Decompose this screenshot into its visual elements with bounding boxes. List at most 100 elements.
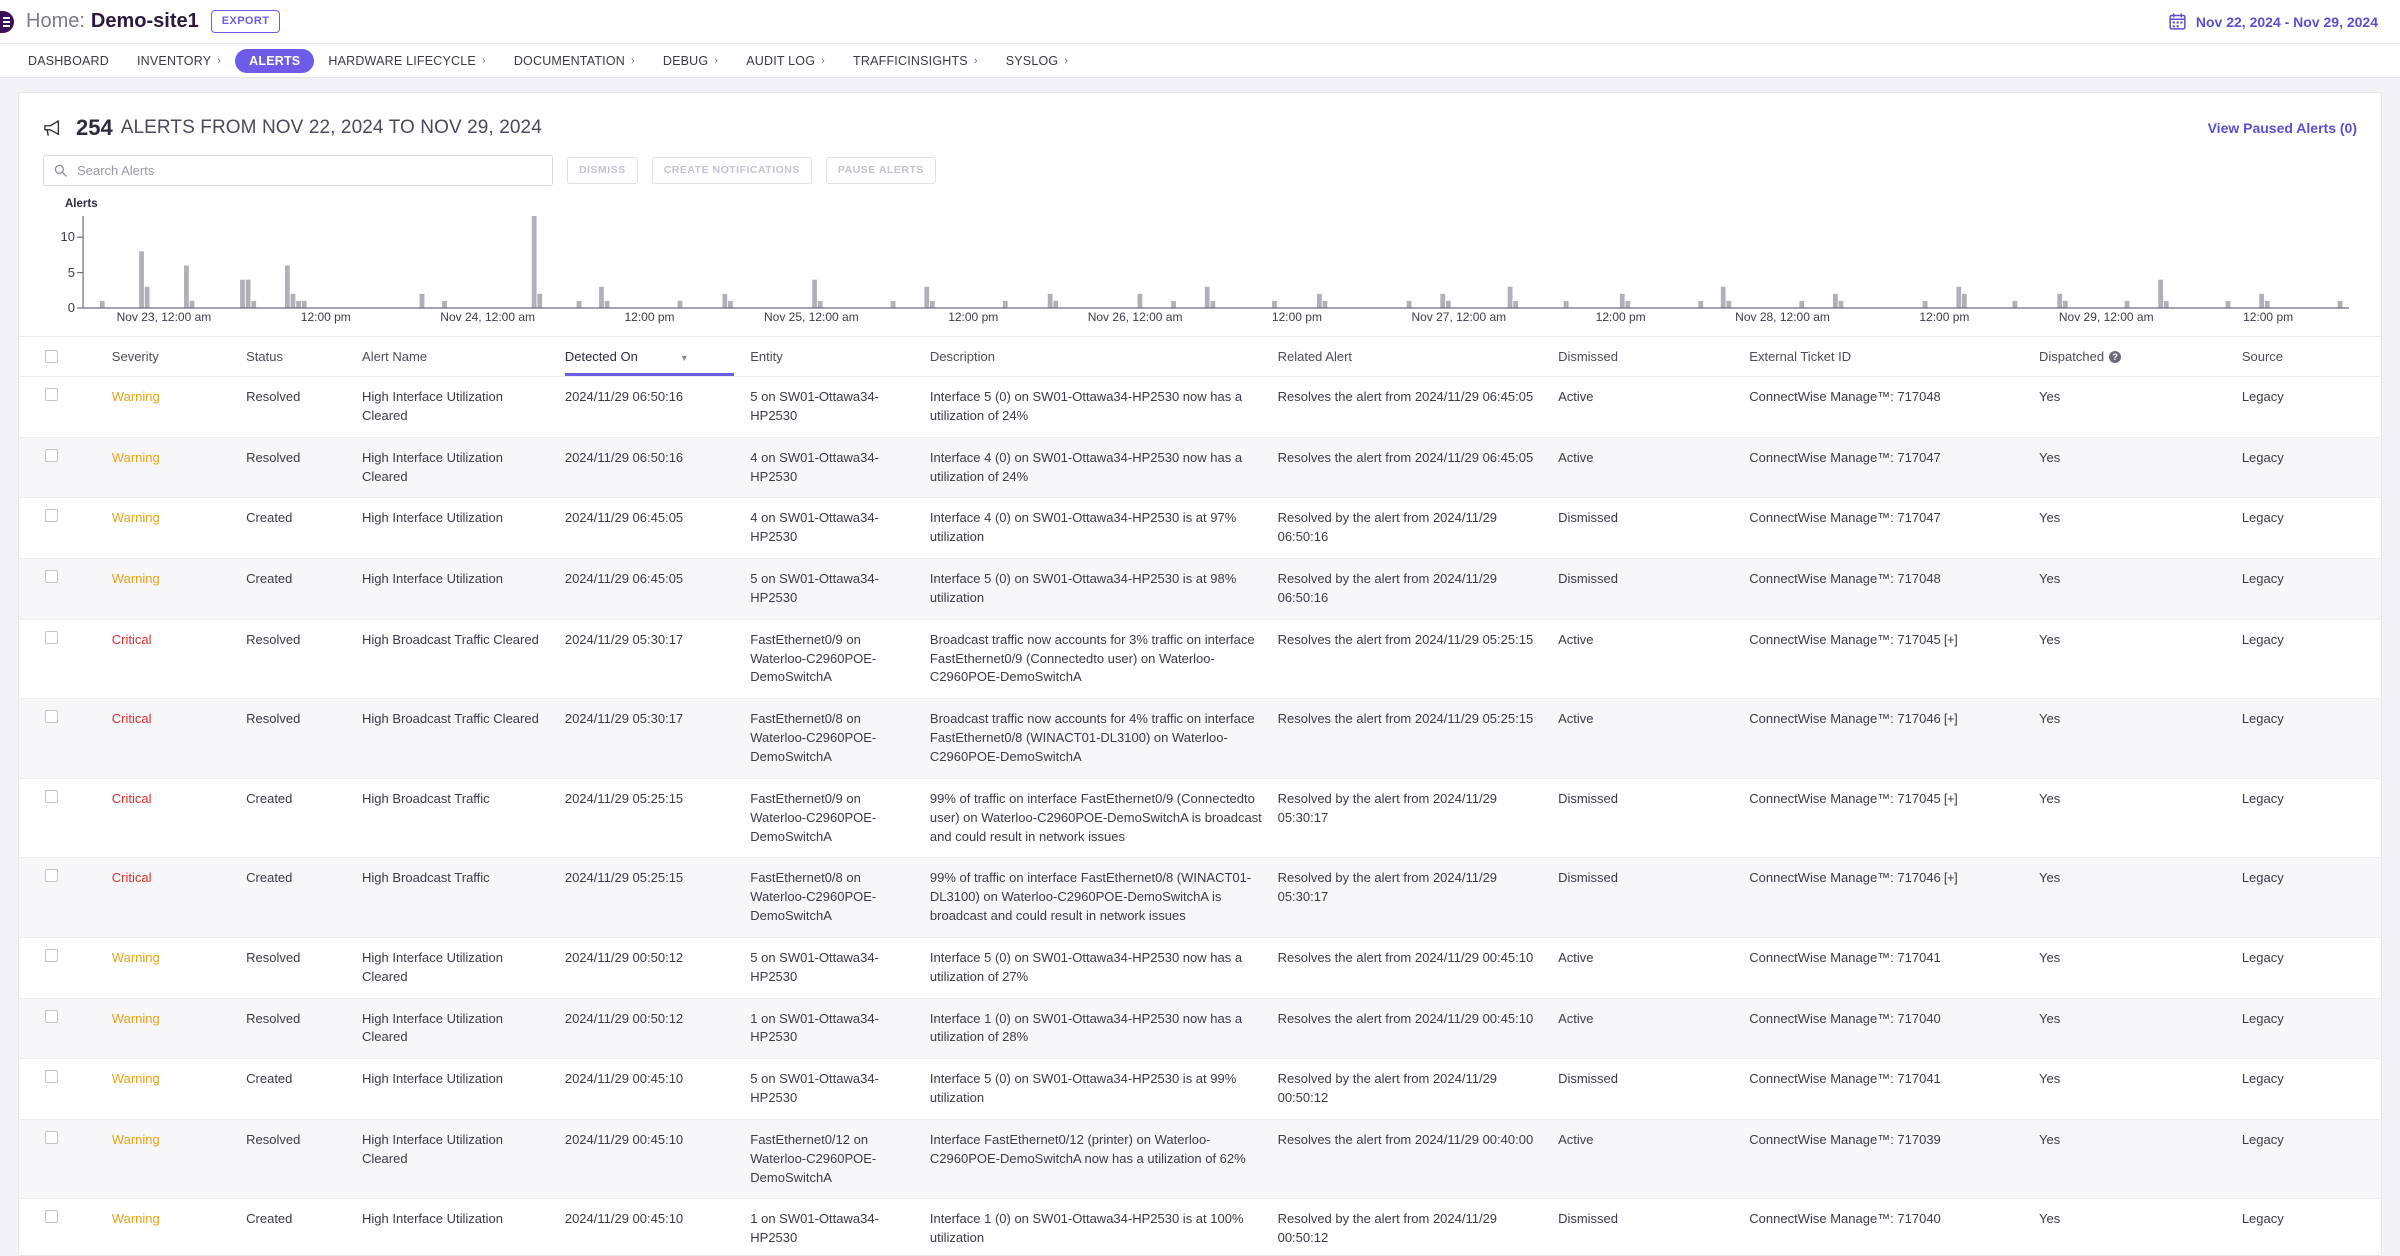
cell-entity: FastEthernet0/8 on Waterloo-C2960POE-Dem… (750, 857, 930, 938)
row-checkbox[interactable] (45, 570, 58, 584)
table-row[interactable]: Warning Resolved High Interface Utilizatio… (19, 1118, 2381, 1199)
cell-entity: FastEthernet0/8 on Waterloo-C2960POE-Dem… (750, 698, 930, 779)
expand-ticket-icon[interactable]: [+] (1941, 791, 1958, 806)
table-row[interactable]: Warning Created High Interface Utilization… (19, 1058, 2381, 1120)
row-checkbox[interactable] (45, 448, 58, 462)
alerts-timeline-chart: Alerts 0 5 10 Nov 23, 12:00 am 12:00 pm Nov … (19, 198, 2381, 330)
column-header-severity[interactable]: Severity (97, 337, 247, 377)
cell-related-alert: Resolved by the alert from 2024/11/29 05… (1277, 777, 1559, 858)
export-button[interactable]: EXPORT (210, 10, 281, 33)
row-checkbox[interactable] (45, 1210, 58, 1224)
row-checkbox[interactable] (45, 1130, 58, 1144)
dismiss-button[interactable]: DISMISS (567, 157, 638, 184)
column-header-description[interactable]: Description (929, 337, 1278, 377)
table-row[interactable]: Warning Resolved High Interface Utilizatio… (19, 997, 2381, 1059)
cell-detected-on: 2024/11/29 06:45:05 (564, 558, 751, 620)
nav-item-debug[interactable]: DEBUG › (649, 54, 732, 68)
nav-item-dashboard[interactable]: DASHBOARD (14, 54, 123, 68)
chevron-right-icon: › (481, 54, 486, 67)
column-header-label: Source (2241, 349, 2284, 364)
table-row[interactable]: Warning Resolved High Interface Utilizatio… (19, 936, 2381, 999)
alerts-table: Severity Status Alert Name Detected On ▼ Enti… (19, 337, 2381, 1255)
search-field-wrapper[interactable] (43, 155, 553, 186)
chart-y-tick-label: 0 (67, 300, 75, 315)
column-header-related-alert[interactable]: Related Alert (1277, 337, 1559, 377)
row-checkbox[interactable] (45, 869, 58, 883)
cell-entity: 4 on SW01-Ottawa34-HP2530 (750, 497, 930, 559)
cell-entity: 4 on SW01-Ottawa34-HP2530 (750, 436, 930, 498)
row-checkbox[interactable] (45, 630, 58, 644)
nav-item-alerts[interactable]: ALERTS (235, 48, 315, 73)
column-header-dispatched[interactable]: Dispatched? (2039, 337, 2242, 377)
cell-source: Legacy (2241, 1118, 2381, 1199)
row-checkbox[interactable] (45, 509, 58, 523)
create-notifications-button[interactable]: CREATE NOTIFICATIONS (651, 157, 812, 184)
alerts-table-body: Warning Resolved High Interface Utilizatio… (19, 376, 2381, 1255)
table-row[interactable]: Warning Resolved High Interface Utilizatio… (19, 376, 2381, 438)
alerts-card: 254 ALERTS FROM NOV 22, 2024 TO NOV 29, … (18, 92, 2382, 1256)
table-row[interactable]: Warning Created High Interface Utilization… (19, 1198, 2381, 1255)
table-row[interactable]: Warning Created High Interface Utilization… (19, 497, 2381, 559)
help-icon[interactable]: ? (2109, 351, 2122, 363)
table-row[interactable]: Critical Resolved High Broadcast Traffic C… (19, 618, 2381, 699)
column-header-label: Dispatched (2039, 349, 2105, 364)
select-all-checkbox[interactable] (45, 350, 58, 363)
cell-dispatched: Yes (2039, 1118, 2242, 1199)
expand-ticket-icon[interactable]: [+] (1941, 870, 1958, 885)
external-ticket-label: ConnectWise Manage™: 717040 (1749, 1211, 1941, 1227)
cell-alert-name: High Interface Utilization Cleared (362, 376, 565, 438)
table-row[interactable]: Warning Resolved High Interface Utilizatio… (19, 436, 2381, 498)
cell-description: 99% of traffic on interface FastEthernet… (929, 777, 1278, 858)
alerts-header: 254 ALERTS FROM NOV 22, 2024 TO NOV 29, … (19, 93, 2381, 155)
cell-external-ticket-id: ConnectWise Manage™: 717048 (1749, 558, 2040, 620)
search-input[interactable] (75, 162, 542, 179)
chart-x-tick-label: Nov 23, 12:00 am (116, 310, 212, 324)
row-checkbox[interactable] (45, 710, 58, 724)
table-row[interactable]: Critical Resolved High Broadcast Traffic C… (19, 698, 2381, 779)
cell-related-alert: Resolves the alert from 2024/11/29 06:45… (1277, 376, 1559, 438)
row-checkbox[interactable] (45, 1009, 58, 1023)
table-row[interactable]: Critical Created High Broadcast Traffic 202… (19, 857, 2381, 938)
column-header-entity[interactable]: Entity (750, 337, 930, 377)
table-row[interactable]: Warning Created High Interface Utilization… (19, 558, 2381, 620)
column-header-external-ticket-id[interactable]: External Ticket ID (1749, 337, 2040, 377)
cell-severity: Critical (97, 857, 247, 938)
expand-ticket-icon[interactable]: [+] (1941, 632, 1958, 647)
column-header-dismissed[interactable]: Dismissed (1558, 337, 1750, 377)
nav-item-trafficinsights[interactable]: TRAFFICINSIGHTS › (839, 54, 992, 68)
nav-item-audit-log[interactable]: AUDIT LOG › (732, 54, 839, 68)
nav-item-syslog[interactable]: SYSLOG › (992, 54, 1083, 68)
pause-alerts-button[interactable]: PAUSE ALERTS (825, 157, 936, 184)
row-checkbox[interactable] (45, 388, 58, 401)
chevron-right-icon: › (973, 54, 978, 67)
cell-dispatched: Yes (2039, 376, 2242, 438)
chevron-down-icon[interactable]: ▼ (680, 353, 689, 363)
row-checkbox[interactable] (45, 948, 58, 962)
cell-external-ticket-id: ConnectWise Manage™: 717046 [+] (1749, 698, 2040, 779)
external-ticket-label: ConnectWise Manage™: 717040 (1749, 1010, 1941, 1026)
view-paused-alerts-link[interactable]: View Paused Alerts (0) (2208, 120, 2357, 136)
row-checkbox[interactable] (45, 1070, 58, 1084)
brand-logo-icon (0, 10, 14, 33)
external-ticket-label: ConnectWise Manage™: 717048 (1749, 571, 1941, 587)
column-header-source[interactable]: Source (2241, 337, 2381, 377)
cell-severity: Critical (97, 618, 247, 699)
cell-external-ticket-id: ConnectWise Manage™: 717041 (1749, 1058, 2040, 1120)
row-checkbox-cell (19, 376, 98, 438)
row-checkbox[interactable] (45, 789, 58, 803)
cell-description: Interface FastEthernet0/12 (printer) on … (929, 1118, 1278, 1199)
cell-source: Legacy (2241, 857, 2381, 938)
cell-source: Legacy (2241, 1198, 2381, 1255)
nav-item-inventory[interactable]: INVENTORY › (123, 54, 235, 68)
nav-item-hardware-lifecycle[interactable]: HARDWARE LIFECYCLE › (314, 54, 499, 68)
nav-item-documentation[interactable]: DOCUMENTATION › (500, 54, 649, 68)
cell-external-ticket-id: ConnectWise Manage™: 717048 (1749, 376, 2040, 438)
column-header-status[interactable]: Status (246, 337, 363, 377)
expand-ticket-icon[interactable]: [+] (1941, 711, 1958, 726)
cell-entity: FastEthernet0/9 on Waterloo-C2960POE-Dem… (750, 618, 930, 699)
date-range-picker[interactable]: Nov 22, 2024 - Nov 29, 2024 (2169, 13, 2378, 30)
row-checkbox-cell (19, 997, 98, 1059)
table-row[interactable]: Critical Created High Broadcast Traffic 202… (19, 777, 2381, 858)
column-header-alert-name[interactable]: Alert Name (362, 337, 565, 377)
column-header-detected-on[interactable]: Detected On ▼ (564, 337, 751, 377)
